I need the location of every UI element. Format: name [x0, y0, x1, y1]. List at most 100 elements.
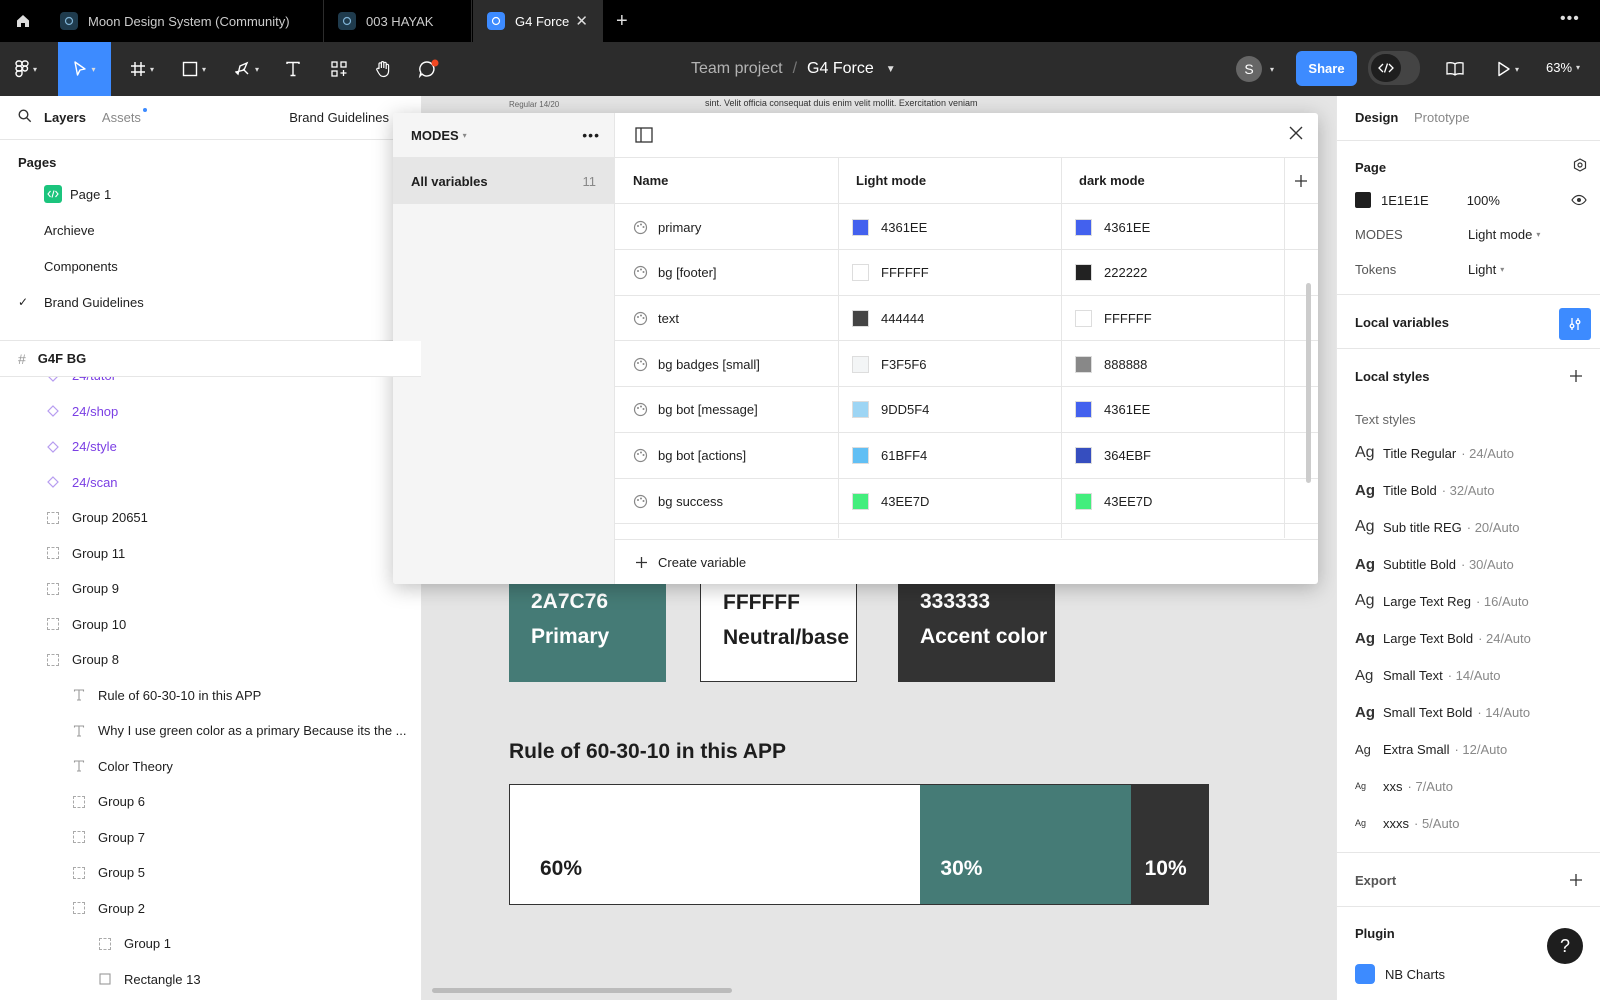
variable-name-cell[interactable]: primary — [633, 204, 701, 250]
text-tool-button[interactable] — [278, 42, 308, 96]
text-style-item[interactable]: Ag xxs · 7/Auto — [1355, 776, 1453, 796]
text-style-item[interactable]: Ag Title Regular · 24/Auto — [1355, 443, 1514, 463]
variable-name-cell[interactable]: bg badges [small] — [633, 341, 760, 387]
layer-item[interactable]: Group 9 — [0, 571, 421, 607]
dark-value-cell[interactable]: 222222 — [1075, 250, 1147, 296]
move-tool-button[interactable]: ▾ — [58, 42, 111, 96]
tokens-dropdown[interactable]: Light ▾ — [1468, 262, 1504, 277]
frame-layer-g4f-bg[interactable]: # G4F BG — [0, 341, 421, 377]
text-style-item[interactable]: Ag Extra Small · 12/Auto — [1355, 739, 1507, 759]
frame-tool-button[interactable]: ▾ — [122, 42, 162, 96]
home-icon[interactable] — [0, 0, 45, 42]
search-icon[interactable] — [18, 109, 32, 126]
main-menu-button[interactable]: ▾ — [6, 42, 46, 96]
text-style-item[interactable]: Ag Large Text Bold · 24/Auto — [1355, 628, 1531, 648]
layer-item[interactable]: Group 20651 — [0, 500, 421, 536]
layer-item[interactable]: Group 2 — [0, 891, 421, 927]
variable-name-cell[interactable]: bg bot [actions] — [633, 433, 746, 479]
variable-name-cell[interactable]: text — [633, 295, 679, 341]
pen-tool-button[interactable]: ▾ — [226, 42, 268, 96]
variable-row[interactable]: bg success 43EE7D 43EE7D — [615, 478, 1318, 525]
page-item-brand-guidelines[interactable]: ✓ Brand Guidelines — [0, 284, 421, 320]
assets-tab[interactable]: Assets — [102, 108, 147, 125]
open-variables-button[interactable] — [1559, 308, 1591, 340]
light-value-cell[interactable]: 4361EE — [852, 204, 927, 250]
layer-item[interactable]: Group 10 — [0, 607, 421, 643]
column-header-light-mode[interactable]: Light mode — [838, 158, 1061, 204]
file-name[interactable]: G4 Force — [807, 60, 874, 78]
dark-value-cell[interactable]: 43EE7D — [1075, 478, 1152, 524]
horizontal-scrollbar[interactable] — [432, 988, 732, 993]
light-value-cell[interactable]: 43EE7D — [852, 478, 929, 524]
shape-tool-button[interactable]: ▾ — [174, 42, 214, 96]
text-style-item[interactable]: Ag Title Bold · 32/Auto — [1355, 480, 1494, 500]
page-item-archieve[interactable]: Archieve — [0, 212, 421, 248]
light-color-swatch[interactable] — [852, 492, 869, 510]
light-value-cell[interactable]: 9DD5F4 — [852, 387, 929, 433]
design-tab[interactable]: Design — [1355, 110, 1398, 125]
variable-row[interactable]: bg bot [message] 9DD5F4 4361EE — [615, 387, 1318, 433]
layer-item[interactable]: 24/style — [0, 429, 421, 465]
team-project-link[interactable]: Team project — [691, 60, 783, 78]
light-color-swatch[interactable] — [852, 447, 869, 464]
text-style-item[interactable]: Ag xxxs · 5/Auto — [1355, 813, 1460, 833]
variable-row[interactable]: bg [footer] FFFFFF 222222 — [615, 250, 1318, 296]
layer-item[interactable]: Group 6 — [0, 784, 421, 820]
pages-title[interactable]: Pages — [18, 155, 56, 170]
layer-item[interactable]: Group 1 — [0, 926, 421, 962]
variable-row[interactable]: bg bot [actions] 61BFF4 364EBF — [615, 433, 1318, 479]
tab-g4-force[interactable]: G4 Force ✕ — [473, 0, 603, 42]
layer-item[interactable]: Color Theory — [0, 749, 421, 785]
vertical-scrollbar[interactable] — [1306, 283, 1311, 483]
layer-item[interactable]: Rule of 60-30-10 in this APP — [0, 678, 421, 714]
dark-value-cell[interactable]: FFFFFF — [1075, 295, 1152, 341]
layer-item[interactable]: Group 5 — [0, 855, 421, 891]
variable-name-cell[interactable]: bg success — [633, 478, 723, 524]
text-style-item[interactable]: Ag Sub title REG · 20/Auto — [1355, 517, 1520, 537]
light-value-cell[interactable]: 61BFF4 — [852, 433, 927, 479]
all-variables-item[interactable]: All variables 11 — [393, 158, 614, 204]
library-button[interactable] — [1440, 42, 1470, 96]
variable-row[interactable]: primary 4361EE 4361EE — [615, 204, 1318, 250]
help-button[interactable]: ? — [1547, 928, 1583, 964]
dark-color-swatch[interactable] — [1075, 355, 1092, 373]
close-icon[interactable] — [1288, 125, 1304, 144]
dark-color-swatch[interactable] — [1075, 401, 1092, 419]
add-export-icon[interactable] — [1569, 873, 1583, 890]
dark-color-swatch[interactable] — [1075, 309, 1092, 327]
eye-icon[interactable] — [1571, 194, 1587, 209]
resources-tool-button[interactable] — [324, 42, 354, 96]
light-color-swatch[interactable] — [852, 218, 869, 236]
prototype-tab[interactable]: Prototype — [1414, 110, 1470, 125]
light-color-swatch[interactable] — [852, 309, 869, 327]
light-value-cell[interactable]: F3F5F6 — [852, 341, 927, 387]
page-color-swatch[interactable] — [1355, 192, 1371, 208]
layer-item[interactable]: Rectangle 13 — [0, 962, 421, 998]
close-tab-icon[interactable]: ✕ — [575, 12, 588, 30]
variable-row[interactable]: text 444444 FFFFFF — [615, 295, 1318, 342]
dark-value-cell[interactable]: 888888 — [1075, 341, 1147, 387]
dark-color-swatch[interactable] — [1075, 492, 1092, 510]
page-opacity[interactable]: 100% — [1467, 193, 1500, 208]
chevron-down-icon[interactable]: ▾ — [463, 131, 467, 140]
collection-name[interactable]: MODES — [411, 128, 459, 143]
add-mode-button[interactable] — [1284, 158, 1318, 204]
plugin-item-nb-charts[interactable]: NB Charts — [1355, 964, 1445, 984]
page-item-components[interactable]: Components — [0, 248, 421, 284]
present-button[interactable]: ▾ — [1488, 42, 1528, 96]
dev-mode-toggle[interactable] — [1368, 51, 1420, 85]
layers-tab[interactable]: Layers — [44, 110, 86, 125]
page-color-hex[interactable]: 1E1E1E — [1381, 193, 1429, 208]
add-style-icon[interactable] — [1569, 369, 1583, 386]
variable-row[interactable]: bg badges [small] F3F5F6 888888 — [615, 341, 1318, 388]
comment-tool-button[interactable] — [412, 42, 446, 96]
modes-dropdown[interactable]: Light mode ▾ — [1468, 227, 1540, 242]
layer-item[interactable]: Group 7 — [0, 820, 421, 856]
variable-mode-icon[interactable] — [1573, 158, 1587, 175]
text-style-item[interactable]: Ag Small Text · 14/Auto — [1355, 665, 1501, 685]
dark-value-cell[interactable]: 364EBF — [1075, 433, 1151, 479]
page-fill-row[interactable]: 1E1E1E 100% — [1355, 192, 1500, 208]
create-variable-button[interactable]: Create variable — [615, 539, 1318, 584]
variable-name-cell[interactable]: bg bot [message] — [633, 387, 758, 433]
light-color-swatch[interactable] — [852, 264, 869, 282]
